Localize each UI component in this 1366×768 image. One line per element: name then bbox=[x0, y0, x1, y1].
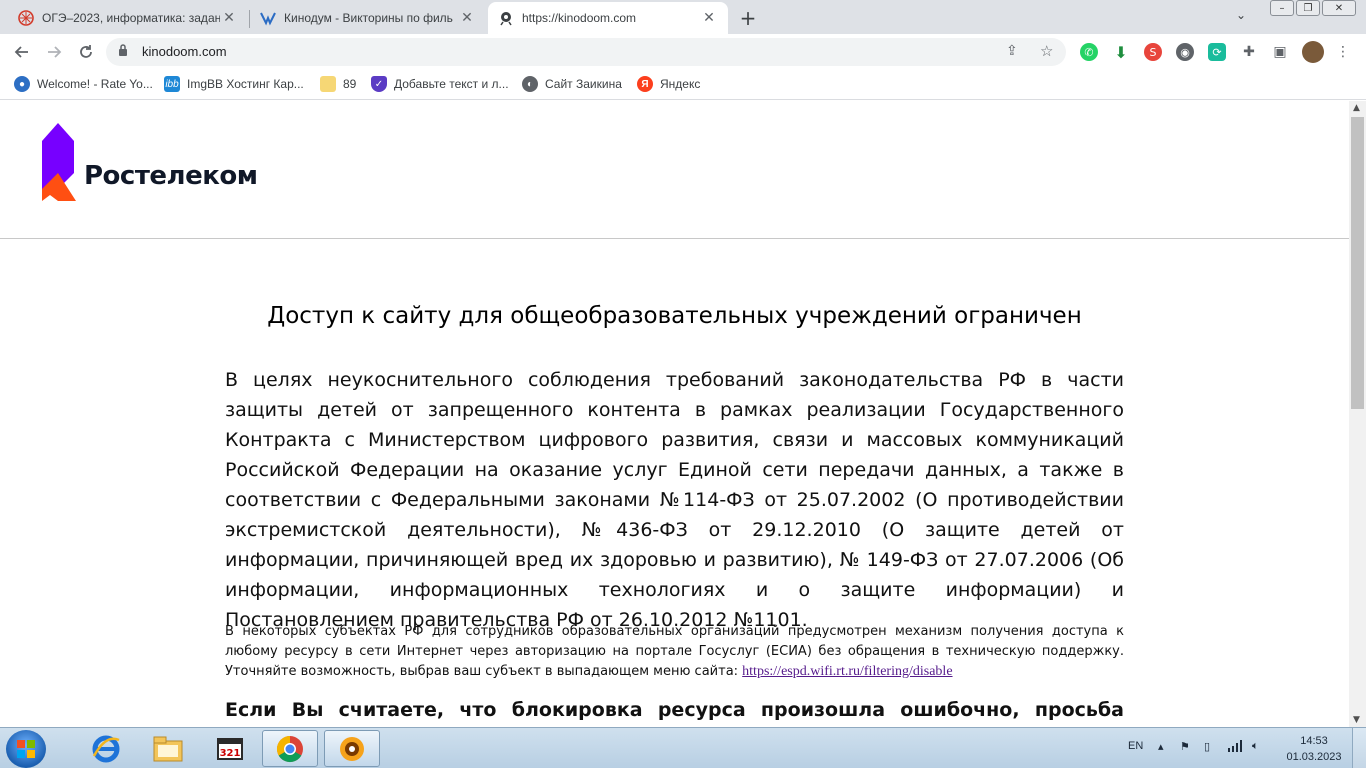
tab-kinodoom-active[interactable]: https://kinodoom.com ✕ bbox=[488, 2, 728, 34]
page-title: Доступ к сайту для общеобразовательных у… bbox=[267, 303, 1082, 329]
access-info-paragraph: В некоторых субъектах РФ для сотрудников… bbox=[225, 622, 1124, 682]
file-explorer-icon[interactable] bbox=[140, 730, 196, 767]
access-info-text: В некоторых субъектах РФ для сотрудников… bbox=[225, 624, 1124, 679]
bookmark-item[interactable]: 89 bbox=[320, 76, 356, 92]
lock-icon[interactable] bbox=[118, 44, 128, 60]
network-icon[interactable] bbox=[1228, 740, 1242, 755]
flag-icon[interactable]: ⚑ bbox=[1180, 740, 1190, 753]
bookmark-label: Сайт Заикина bbox=[545, 77, 622, 91]
bookmark-item[interactable]: Я Яндекс bbox=[637, 76, 700, 92]
bookmark-star-icon[interactable]: ☆ bbox=[1040, 42, 1053, 60]
clock-date: 01.03.2023 bbox=[1286, 751, 1342, 763]
windows-taskbar: 321 EN ▴ ⚑ ▯ 🔈︎ 14:53 01.03.2023 bbox=[0, 727, 1366, 768]
address-bar[interactable]: kinodoom.com ⇪ ☆ bbox=[106, 38, 1066, 66]
page-content: Ростелеком Доступ к сайту для общеобразо… bbox=[0, 101, 1349, 727]
avatar[interactable] bbox=[1302, 41, 1324, 63]
scroll-down-icon[interactable]: ▼ bbox=[1353, 715, 1360, 725]
chrome-icon[interactable] bbox=[262, 730, 318, 767]
media-player-classic-icon[interactable]: 321 bbox=[202, 730, 258, 767]
bookmark-item[interactable]: ✓ Добавьте текст и л... bbox=[371, 76, 509, 92]
url-text: kinodoom.com bbox=[142, 44, 227, 59]
forward-icon[interactable] bbox=[42, 40, 66, 64]
restore-icon[interactable]: ❐ bbox=[1296, 0, 1320, 16]
close-window-icon[interactable]: ✕ bbox=[1322, 0, 1356, 16]
site-header: Ростелеком bbox=[0, 101, 1349, 239]
globe-icon: ◐ bbox=[522, 76, 538, 92]
back-icon[interactable] bbox=[10, 40, 34, 64]
bookmark-label: 89 bbox=[343, 77, 357, 91]
extension-round-icon[interactable]: ◉ bbox=[1176, 43, 1194, 61]
menu-icon[interactable]: ⋮ bbox=[1334, 43, 1352, 61]
bookmark-label: Добавьте текст и л... bbox=[394, 77, 509, 91]
bookmark-label: ImgBB Хостинг Кар... bbox=[187, 77, 304, 91]
start-button[interactable] bbox=[6, 730, 46, 768]
contact-paragraph: Если Вы считаете, что блокировка ресурса… bbox=[225, 699, 1124, 721]
logo-text: Ростелеком bbox=[84, 161, 258, 191]
scroll-up-icon[interactable]: ▲ bbox=[1353, 103, 1360, 113]
bookmark-item[interactable]: ◐ Сайт Заикина bbox=[522, 76, 622, 92]
tray-expand-icon[interactable]: ▴ bbox=[1158, 740, 1164, 753]
system-clock[interactable]: 14:53 01.03.2023 bbox=[1284, 733, 1344, 765]
puzzle-icon[interactable]: ✚ bbox=[1240, 43, 1258, 61]
share-icon[interactable]: ⇪ bbox=[1006, 43, 1018, 59]
refresh-extension-icon[interactable]: ⟳ bbox=[1208, 43, 1226, 61]
bookmark-label: Welcome! - Rate Yo... bbox=[37, 77, 153, 91]
close-icon[interactable]: ✕ bbox=[700, 9, 718, 27]
folder-icon bbox=[320, 76, 336, 92]
picture-viewer-icon[interactable] bbox=[324, 730, 380, 767]
side-panel-icon[interactable]: ▣ bbox=[1271, 43, 1289, 61]
rostelecom-logo-icon bbox=[42, 123, 76, 201]
tab-kinodoom[interactable]: Кинодум - Викторины по филь ✕ bbox=[250, 2, 486, 34]
tab-title: Кинодум - Викторины по филь bbox=[284, 11, 453, 25]
tab-strip: ОГЭ–2023, информатика: задани ✕ Кинодум … bbox=[0, 0, 1366, 34]
show-desktop-button[interactable] bbox=[1352, 728, 1366, 768]
tab-oge[interactable]: ОГЭ–2023, информатика: задани ✕ bbox=[8, 2, 248, 34]
minimize-icon[interactable]: – bbox=[1270, 0, 1294, 16]
close-icon[interactable]: ✕ bbox=[458, 9, 476, 27]
kinodoom-icon bbox=[260, 10, 276, 26]
legal-paragraph: В целях неукоснительного соблюдения треб… bbox=[225, 369, 1124, 631]
browser-toolbar: kinodoom.com ⇪ ☆ ✆ ⬇ S ◉ ⟳ ✚ ▣ ⋮ bbox=[0, 34, 1366, 70]
language-indicator[interactable]: EN bbox=[1128, 740, 1143, 752]
internet-explorer-icon[interactable] bbox=[78, 730, 134, 767]
bookmark-label: Яндекс bbox=[660, 77, 701, 91]
shield-icon: ✓ bbox=[371, 76, 387, 92]
clock-time: 14:53 bbox=[1300, 735, 1328, 747]
volume-icon[interactable]: 🔈︎ bbox=[1252, 740, 1259, 753]
bookmark-item[interactable]: ibb ImgBB Хостинг Кар... bbox=[164, 76, 304, 92]
imgbb-icon: ibb bbox=[164, 76, 180, 92]
sdamgia-icon bbox=[18, 10, 34, 26]
filtering-disable-link[interactable]: https://espd.wifi.rt.ru/filtering/disabl… bbox=[742, 664, 952, 679]
bookmarks-bar: ● Welcome! - Rate Yo... ibb ImgBB Хостин… bbox=[0, 70, 1366, 100]
scrollbar-thumb[interactable] bbox=[1351, 117, 1364, 409]
new-tab-icon[interactable]: + bbox=[736, 6, 760, 30]
svg-text:321: 321 bbox=[220, 748, 241, 759]
page-icon bbox=[498, 10, 514, 26]
globe-icon: ● bbox=[14, 76, 30, 92]
bookmark-item[interactable]: ● Welcome! - Rate Yo... bbox=[14, 76, 153, 92]
tab-title: https://kinodoom.com bbox=[522, 11, 637, 25]
close-icon[interactable]: ✕ bbox=[220, 9, 238, 27]
chevron-down-icon[interactable]: ⌄ bbox=[1236, 8, 1246, 22]
yandex-icon: Я bbox=[637, 76, 653, 92]
whatsapp-icon[interactable]: ✆ bbox=[1080, 43, 1098, 61]
download-icon[interactable]: ⬇ bbox=[1112, 43, 1130, 62]
window-controls: – ❐ ✕ bbox=[1270, 0, 1356, 16]
security-extension-icon[interactable]: S bbox=[1144, 43, 1162, 61]
page-scrollbar[interactable]: ▲ ▼ bbox=[1349, 101, 1366, 727]
tab-title: ОГЭ–2023, информатика: задани bbox=[42, 11, 220, 25]
reload-icon[interactable] bbox=[74, 40, 98, 64]
device-icon[interactable]: ▯ bbox=[1204, 740, 1210, 753]
